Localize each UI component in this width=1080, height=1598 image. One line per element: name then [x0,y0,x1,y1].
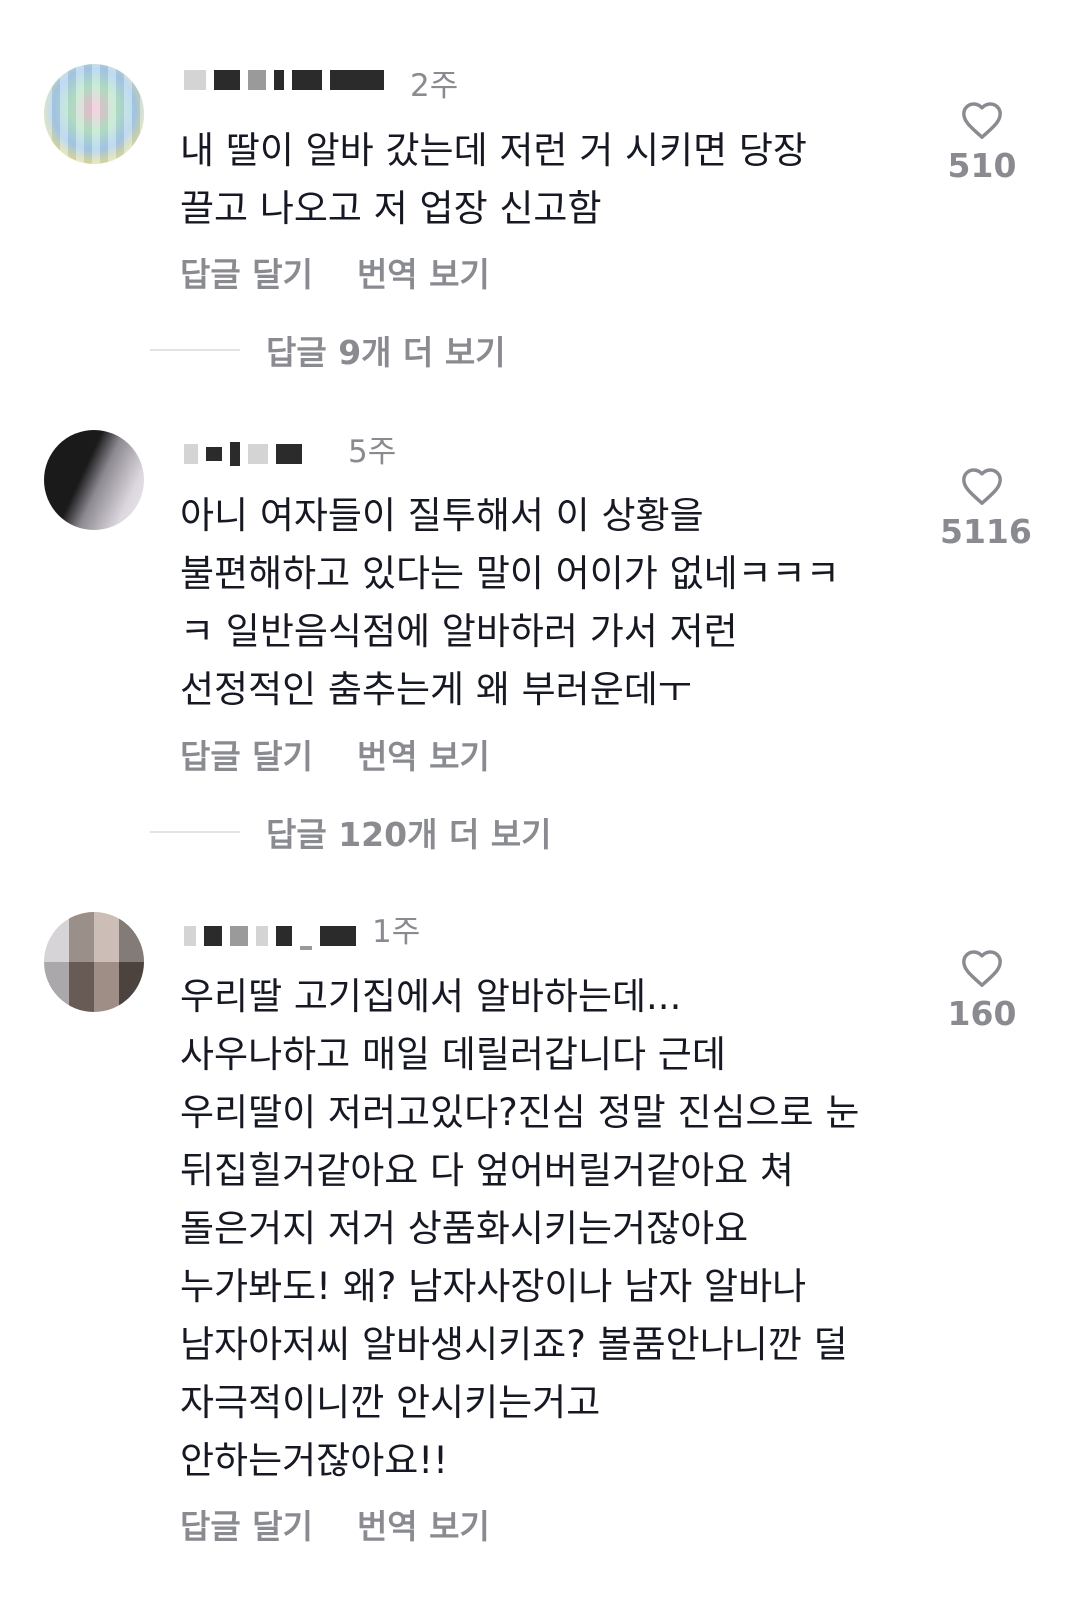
username-redacted[interactable] [184,66,384,94]
reply-button[interactable]: 답글 달기 [180,730,313,778]
comment-timestamp: 2주 [410,68,459,104]
avatar[interactable] [44,430,144,530]
comment-text-line: 뒤집힐거같아요 다 엎어버릴거같아요 쳐 [180,1149,794,1192]
like-button[interactable]: 160 [940,948,1024,1033]
like-count: 510 [947,146,1017,185]
avatar[interactable] [44,64,144,164]
divider [150,349,240,351]
comment-text-line: 내 딸이 알바 갔는데 저런 거 시키면 당장 [180,129,807,172]
comment-text-line: 안하는거잖아요!! [180,1439,448,1482]
heart-outline-icon [962,468,1002,505]
comment-text-line: 불편해하고 있다는 말이 어이가 없네ㅋㅋㅋ [180,552,840,595]
reply-button[interactable]: 답글 달기 [180,248,313,296]
translate-button[interactable]: 번역 보기 [357,248,490,296]
comment-text-line: 누가봐도! 왜? 남자사장이나 남자 알바나 [180,1265,807,1308]
comment-text-line: 아니 여자들이 질투해서 이 상황을 [180,494,704,537]
comment-text-line: 돌은거지 저거 상품화시키는거잖아요 [180,1207,749,1250]
view-more-replies-label[interactable]: 답글 120개 더 보기 [266,808,552,856]
reply-button[interactable]: 답글 달기 [180,1500,313,1548]
comment-text-line: 자극적이니깐 안시키는거고 [180,1381,601,1424]
comment-text: 아니 여자들이 질투해서 이 상황을 불편해하고 있다는 말이 어이가 없네ㅋㅋ… [180,487,940,719]
divider [150,831,240,833]
username-redacted[interactable] [184,922,356,950]
comment-text: 내 딸이 알바 갔는데 저런 거 시키면 당장 끌고 나오고 저 업장 신고함 [180,122,940,238]
like-button[interactable]: 5116 [940,466,1032,551]
avatar[interactable] [44,912,144,1012]
comment-timestamp: 1주 [372,914,421,950]
comment-text-line: 선정적인 춤추는게 왜 부러운데ㅜ [180,668,692,711]
comment-text-line: 끌고 나오고 저 업장 신고함 [180,187,602,230]
comment-text-line: 우리딸 고기집에서 알바하는데... [180,975,682,1018]
like-button[interactable]: 510 [940,100,1024,185]
comment-text-line: 우리딸이 저러고있다?진심 정말 진심으로 눈 [180,1091,860,1134]
comment-text-line: 남자아저씨 알바생시키죠? 볼품안나니깐 덜 [180,1323,848,1366]
heart-outline-icon [962,950,1002,987]
like-count: 160 [947,994,1017,1033]
comment-text-line: ㅋ 일반음식점에 알바하러 가서 저런 [180,610,738,653]
heart-outline-icon [962,102,1002,139]
username-redacted[interactable] [184,440,302,468]
translate-button[interactable]: 번역 보기 [357,1500,490,1548]
translate-button[interactable]: 번역 보기 [357,730,490,778]
like-count: 5116 [940,512,1032,551]
comment-text-line: 사우나하고 매일 데릴러갑니다 근데 [180,1033,726,1076]
comment-timestamp: 5주 [348,434,397,470]
comment-text: 우리딸 고기집에서 알바하는데... 사우나하고 매일 데릴러갑니다 근데 우리… [180,968,940,1490]
view-more-replies[interactable]: 답글 9개 더 보기 [150,326,506,374]
view-more-replies[interactable]: 답글 120개 더 보기 [150,808,552,856]
view-more-replies-label[interactable]: 답글 9개 더 보기 [266,326,506,374]
